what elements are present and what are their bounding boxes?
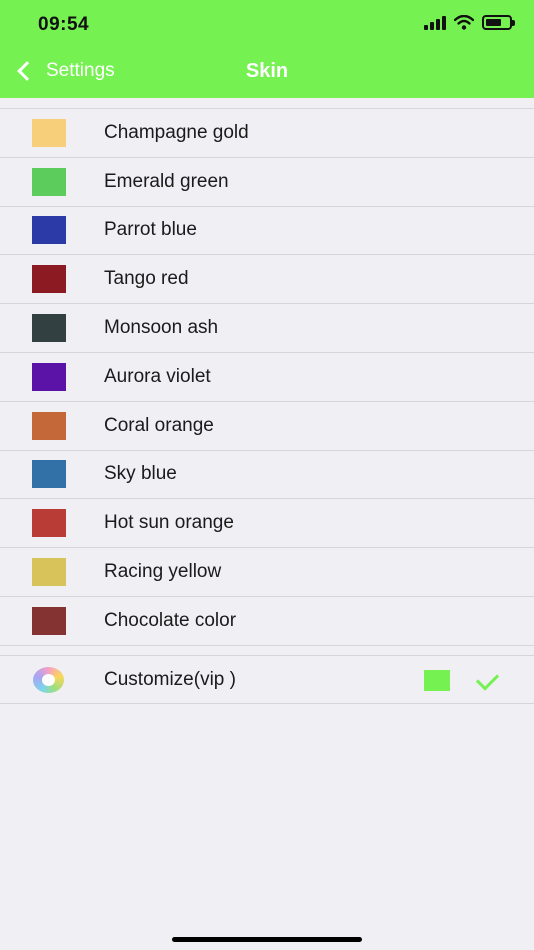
status-icons xyxy=(424,15,515,30)
skin-row[interactable]: Sky blue xyxy=(0,451,534,500)
skin-label: Hot sun orange xyxy=(104,512,234,534)
skin-label: Tango red xyxy=(104,268,189,290)
customize-label: Customize(vip ) xyxy=(104,669,236,690)
color-swatch xyxy=(32,362,66,391)
color-wheel-icon xyxy=(33,667,64,693)
skin-row[interactable]: Racing yellow xyxy=(0,548,534,597)
status-time: 09:54 xyxy=(38,14,90,35)
color-swatch xyxy=(32,216,66,245)
skin-label: Champagne gold xyxy=(104,121,249,143)
skin-label: Coral orange xyxy=(104,414,214,436)
skin-label: Sky blue xyxy=(104,463,177,485)
skin-label: Parrot blue xyxy=(104,219,197,241)
skin-row[interactable]: Aurora violet xyxy=(0,353,534,402)
skin-label: Monsoon ash xyxy=(104,317,219,339)
skin-row[interactable]: Tango red xyxy=(0,255,534,305)
skin-label: Emerald green xyxy=(104,170,229,192)
customize-row[interactable]: Customize(vip ) xyxy=(0,655,534,704)
page-title: Skin xyxy=(245,60,289,82)
color-swatch xyxy=(32,509,66,538)
skin-label: Racing yellow xyxy=(104,561,222,583)
battery-icon xyxy=(482,15,515,30)
checkmark-icon xyxy=(475,667,500,691)
cellular-signal-icon xyxy=(424,15,446,30)
skin-label: Aurora violet xyxy=(104,365,211,387)
skin-row[interactable]: Emerald green xyxy=(0,158,534,207)
skin-row[interactable]: Champagne gold xyxy=(0,109,534,158)
color-swatch xyxy=(32,606,66,635)
color-swatch xyxy=(32,411,66,440)
skin-label: Chocolate color xyxy=(104,609,237,631)
color-swatch xyxy=(32,167,66,196)
skin-row[interactable]: Coral orange xyxy=(0,402,534,451)
skin-list: Champagne gold Emerald green Parrot blue Ta… xyxy=(0,108,534,646)
custom-color-swatch[interactable] xyxy=(424,670,450,691)
color-swatch xyxy=(32,118,66,147)
wifi-icon xyxy=(454,15,474,30)
skin-row[interactable]: Chocolate color xyxy=(0,597,534,646)
skin-row[interactable]: Parrot blue xyxy=(0,207,534,256)
skin-row[interactable]: Monsoon ash xyxy=(0,304,534,353)
navigation-bar: 09:54 Settings Skin xyxy=(0,0,534,98)
color-swatch xyxy=(32,314,66,343)
skin-row[interactable]: Hot sun orange xyxy=(0,499,534,549)
color-swatch xyxy=(32,265,66,294)
color-swatch xyxy=(32,460,66,489)
color-swatch xyxy=(32,558,66,587)
home-indicator xyxy=(172,937,362,942)
